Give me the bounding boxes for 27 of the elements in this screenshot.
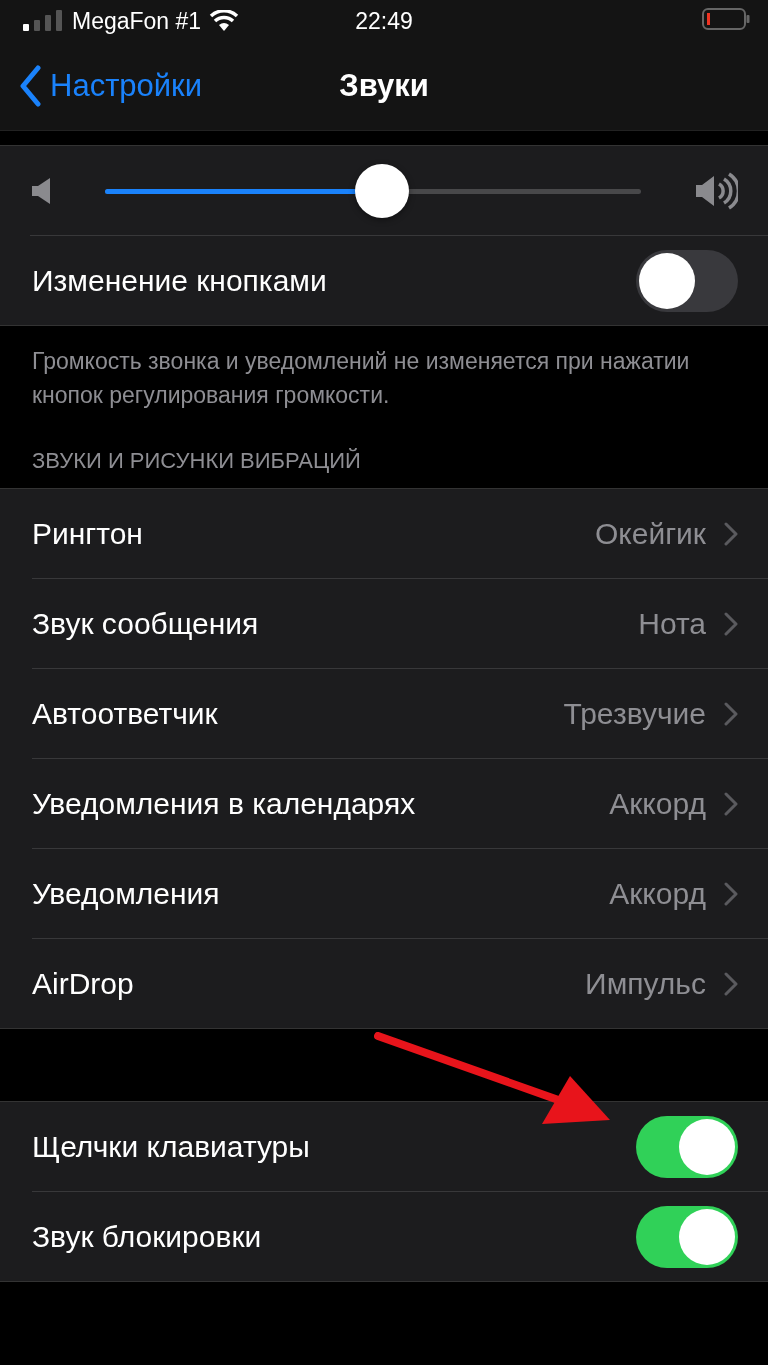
volume-low-icon (30, 176, 52, 205)
list-row[interactable]: Звук сообщения Нота (32, 579, 768, 669)
chevron-right-icon (724, 701, 738, 726)
screen-title: Звуки (339, 68, 429, 104)
chevron-right-icon (724, 521, 738, 546)
volume-high-icon (694, 170, 738, 211)
chevron-right-icon (724, 611, 738, 636)
list-row[interactable]: Автоответчик Трезвучие (32, 669, 768, 759)
setting-label: Звук блокировки (32, 1219, 263, 1254)
setting-label: Щелчки клавиатуры (32, 1129, 311, 1164)
chevron-right-icon (724, 791, 738, 816)
clock-time: 22:49 (355, 7, 413, 35)
section-header: ЗВУКИ И РИСУНКИ ВИБРАЦИЙ (31, 447, 362, 475)
list-row[interactable]: AirDrop Импульс (32, 939, 768, 1028)
chevron-right-icon (724, 971, 738, 996)
list-row[interactable]: Уведомления в календарях Аккорд (32, 759, 768, 849)
chevron-left-icon (18, 65, 42, 107)
chevron-right-icon (724, 881, 738, 906)
list-row[interactable]: Рингтон Окейгик (32, 489, 768, 579)
footnote-text: Громкость звонка и уведомлений не изменяется при нажатии кнопок регулирования громкости. (31, 347, 691, 410)
list-row[interactable]: Уведомления Аккорд (32, 849, 768, 939)
setting-label: Изменение кнопками (32, 263, 328, 298)
carrier-name: MegaFon #1 (72, 7, 202, 35)
battery-icon (702, 7, 750, 31)
signal-icon (22, 10, 64, 32)
back-button[interactable]: Настройки (0, 65, 202, 107)
wifi-icon (209, 10, 240, 32)
